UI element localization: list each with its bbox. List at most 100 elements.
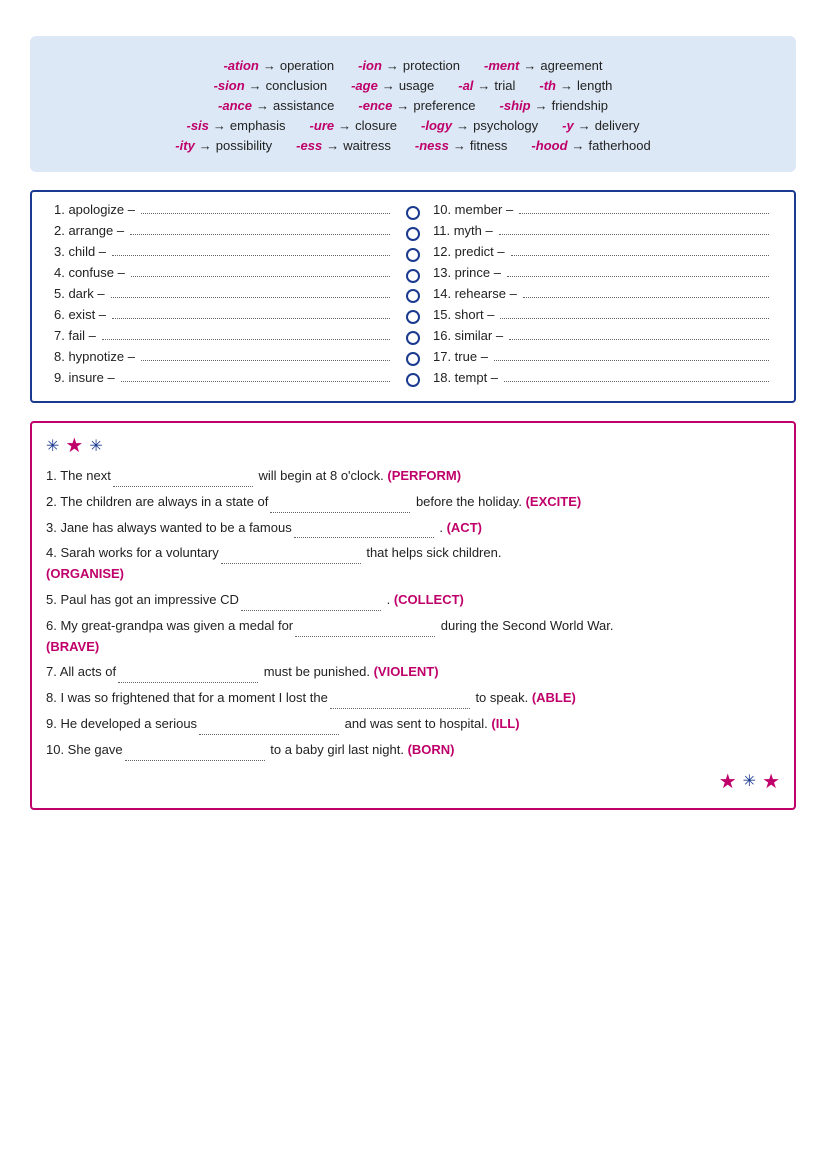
suffix-arrow: →: [249, 78, 262, 93]
suffix-item: -ation → operation: [223, 58, 334, 73]
answer-line[interactable]: [504, 381, 769, 382]
answer-blank[interactable]: [113, 474, 253, 487]
circle-connector: [406, 289, 420, 303]
answer-line[interactable]: [130, 234, 390, 235]
suffix-val: waitress: [343, 138, 391, 153]
answer-blank[interactable]: [294, 525, 434, 538]
answer-line[interactable]: [112, 318, 390, 319]
sentence-keyword: (BORN): [408, 742, 455, 757]
answer-blank[interactable]: [118, 670, 258, 683]
answer-line[interactable]: [519, 213, 769, 214]
suffix-item: -ence → preference: [358, 98, 475, 113]
suffix-item: -ment → agreement: [484, 58, 603, 73]
exercise1-right-item: 10. member –: [433, 202, 772, 217]
suffix-item: -y → delivery: [562, 118, 639, 133]
sentence-before: 1. The next: [46, 468, 111, 483]
sentence-keyword: (ACT): [447, 520, 482, 535]
suffix-row: -ance → assistance-ence → preference-shi…: [50, 98, 776, 113]
sentence-before: 4. Sarah works for a voluntary: [46, 545, 219, 560]
exercise1-item-label: 14. rehearse –: [433, 286, 517, 301]
suffix-item: -ure → closure: [310, 118, 397, 133]
suffix-val: closure: [355, 118, 397, 133]
circle-connector: [406, 373, 420, 387]
answer-blank[interactable]: [221, 551, 361, 564]
suffix-val: psychology: [473, 118, 538, 133]
suffix-arrow: →: [560, 78, 573, 93]
answer-line[interactable]: [102, 339, 390, 340]
sentence-middle: will begin at 8 o'clock.: [258, 468, 383, 483]
answer-line[interactable]: [507, 276, 769, 277]
suffix-val: conclusion: [266, 78, 327, 93]
suffix-row: -sis → emphasis -ure → closure -logy → psy…: [50, 118, 776, 133]
answer-line[interactable]: [112, 255, 390, 256]
answer-blank[interactable]: [241, 598, 381, 611]
suffix-arrow: →: [386, 58, 399, 73]
star-icon-b1: ★: [719, 769, 737, 794]
circle-connector: [406, 248, 420, 262]
suffix-key: -th: [539, 78, 556, 93]
suffix-key: -ance: [218, 98, 252, 113]
answer-blank[interactable]: [295, 624, 435, 637]
sentence-keyword: (ILL): [491, 716, 519, 731]
suffix-val: emphasis: [230, 118, 286, 133]
suffix-arrow: →: [199, 138, 212, 153]
sentence-middle: must be punished.: [264, 664, 370, 679]
suffix-val: agreement: [540, 58, 602, 73]
suffix-val: operation: [280, 58, 334, 73]
exercise1-divider: [401, 202, 425, 391]
sentence-line: 1. The next will begin at 8 o'clock. (PE…: [46, 466, 780, 487]
sentence-middle: and was sent to hospital.: [345, 716, 488, 731]
suffix-key: -ment: [484, 58, 519, 73]
answer-line[interactable]: [499, 234, 769, 235]
sentence-keyword: (COLLECT): [394, 592, 464, 607]
sentence-before: 3. Jane has always wanted to be a famous: [46, 520, 292, 535]
suffix-item: -hood → fatherhood: [531, 138, 650, 153]
suffix-key: -ity: [175, 138, 195, 153]
suffix-key: -logy: [421, 118, 452, 133]
answer-blank[interactable]: [199, 722, 339, 735]
exercise1-item-label: 4. confuse –: [54, 265, 125, 280]
suffix-arrow: →: [213, 118, 226, 133]
suffix-rows: -ation → operation-ion → protection-ment…: [50, 58, 776, 153]
exercise1-left-item: 1. apologize –: [54, 202, 393, 217]
sentence-line: 3. Jane has always wanted to be a famous…: [46, 518, 780, 539]
sentence-keyword: (ABLE): [532, 690, 576, 705]
sentence-middle: to a baby girl last night.: [270, 742, 404, 757]
sentence-keyword: (EXCITE): [526, 494, 582, 509]
answer-line[interactable]: [511, 255, 769, 256]
suffix-val: fitness: [470, 138, 508, 153]
answer-line[interactable]: [121, 381, 390, 382]
exercise1-item-label: 11. myth –: [433, 223, 493, 238]
suffix-val: usage: [399, 78, 434, 93]
answer-line[interactable]: [131, 276, 390, 277]
answer-blank[interactable]: [125, 748, 265, 761]
suffix-arrow: →: [456, 118, 469, 133]
suffix-item: -logy → psychology: [421, 118, 538, 133]
suffix-arrow: →: [523, 58, 536, 73]
answer-blank[interactable]: [270, 500, 410, 513]
answer-line[interactable]: [111, 297, 390, 298]
exercise1-left-item: 8. hypnotize –: [54, 349, 393, 364]
sentences-container: 1. The next will begin at 8 o'clock. (PE…: [46, 466, 780, 761]
answer-line[interactable]: [141, 213, 390, 214]
answer-line[interactable]: [500, 318, 769, 319]
suffix-arrow: →: [263, 58, 276, 73]
answer-line[interactable]: [509, 339, 769, 340]
sentence-before: 5. Paul has got an impressive CD: [46, 592, 239, 607]
answer-blank[interactable]: [330, 696, 470, 709]
answer-line[interactable]: [523, 297, 769, 298]
suffix-key: -ure: [310, 118, 335, 133]
answer-line[interactable]: [494, 360, 769, 361]
suffix-key: -age: [351, 78, 378, 93]
suffix-key: -ess: [296, 138, 322, 153]
exercise1-item-label: 6. exist –: [54, 307, 106, 322]
suffix-item: -sis → emphasis: [187, 118, 286, 133]
exercise1-item-label: 18. tempt –: [433, 370, 498, 385]
sentence-before: 7. All acts of: [46, 664, 116, 679]
sentence-line: 4. Sarah works for a voluntary that help…: [46, 543, 780, 585]
suffix-key: -y: [562, 118, 574, 133]
sentence-line: 2. The children are always in a state of…: [46, 492, 780, 513]
exercise1-left-item: 4. confuse –: [54, 265, 393, 280]
answer-line[interactable]: [141, 360, 390, 361]
exercise1-item-label: 17. true –: [433, 349, 488, 364]
